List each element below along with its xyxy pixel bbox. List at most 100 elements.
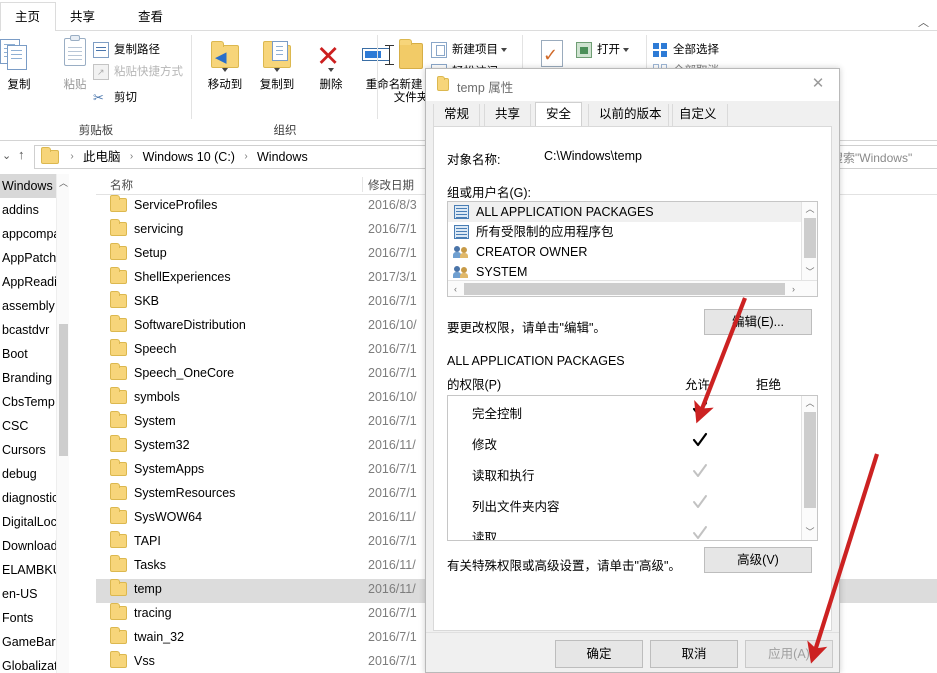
chevron-down-icon[interactable]: ⌄: [2, 149, 11, 162]
tab-security[interactable]: 安全: [535, 102, 582, 126]
scrollbar-thumb[interactable]: [59, 324, 68, 456]
breadcrumb-item-c-drive[interactable]: Windows 10 (C:): [143, 146, 235, 168]
ok-button[interactable]: 确定: [555, 640, 643, 668]
tab-customize[interactable]: 自定义: [668, 104, 728, 126]
permission-row[interactable]: 读取和执行: [448, 458, 800, 489]
allow-checkbox[interactable]: [692, 432, 708, 448]
tab-general[interactable]: 常规: [433, 104, 480, 126]
arrow-up-icon[interactable]: ↑: [18, 147, 25, 162]
chevron-down-icon[interactable]: [623, 48, 629, 52]
chevron-down-icon[interactable]: [328, 68, 334, 72]
file-name: servicing: [134, 222, 183, 236]
allow-checkbox[interactable]: [692, 494, 708, 510]
search-input[interactable]: 搜索"Windows": [826, 145, 937, 169]
chevron-right-icon[interactable]: ›: [786, 281, 801, 297]
chevron-down-icon[interactable]: ﹀: [802, 265, 818, 280]
ribbon-tab-view[interactable]: 查看: [124, 3, 177, 31]
list-item[interactable]: CREATOR OWNER: [448, 242, 801, 262]
select-all-button[interactable]: 全部选择: [651, 39, 719, 61]
file-date: 2016/11/: [368, 558, 416, 572]
ribbon-tab-home-label: 主页: [15, 10, 40, 24]
file-name: SystemApps: [134, 462, 204, 476]
folder-icon: [110, 582, 127, 599]
permission-row[interactable]: 修改: [448, 427, 800, 458]
copy-to-button[interactable]: 复制到: [250, 37, 304, 92]
paste-shortcut-button[interactable]: ↗ 粘贴快捷方式: [92, 61, 183, 83]
groups-horizontal-scrollbar[interactable]: ‹ ›: [448, 280, 817, 296]
list-item[interactable]: ALL APPLICATION PACKAGES: [448, 202, 801, 222]
apply-button[interactable]: 应用(A): [745, 640, 833, 668]
breadcrumb-item-this-pc[interactable]: 此电脑: [83, 146, 121, 168]
nav-item-label: addins: [2, 203, 39, 217]
tab-previous-versions[interactable]: 以前的版本: [588, 104, 673, 126]
edit-hint: 要更改权限，请单击"编辑"。: [447, 317, 606, 336]
file-name: Setup: [134, 246, 167, 260]
advanced-button[interactable]: 高级(V): [704, 547, 812, 573]
groups-listbox[interactable]: ALL APPLICATION PACKAGES 所有受限制的应用程序包 CRE…: [447, 201, 818, 297]
copy-path-button[interactable]: 复制路径: [92, 39, 160, 61]
chevron-down-icon[interactable]: [501, 48, 507, 52]
chevron-down-icon[interactable]: ﹀: [802, 525, 818, 540]
column-header-date[interactable]: 修改日期: [368, 177, 414, 193]
navigation-pane-scrollbar[interactable]: ︿: [56, 174, 69, 673]
folder-icon: [110, 534, 127, 551]
edit-button[interactable]: 编辑(E)...: [704, 309, 812, 335]
chevron-up-icon[interactable]: ︿: [918, 14, 929, 30]
column-divider[interactable]: [362, 177, 363, 192]
scrollbar-thumb[interactable]: [804, 412, 816, 508]
ribbon-tab-share[interactable]: 共享: [56, 3, 109, 31]
tab-sharing[interactable]: 共享: [484, 104, 531, 126]
paste-shortcut-label: 粘贴快捷方式: [114, 66, 183, 78]
cut-button[interactable]: ✂ 剪切: [92, 87, 137, 109]
paste-button-label: 粘贴: [64, 79, 87, 91]
permissions-vertical-scrollbar[interactable]: ︿ ﹀: [801, 396, 817, 540]
permission-row[interactable]: 完全控制: [448, 396, 800, 427]
advanced-hint: 有关特殊权限或高级设置，请单击"高级"。: [447, 555, 681, 574]
nav-item-label: debug: [2, 467, 37, 481]
permission-row[interactable]: 列出文件夹内容: [448, 489, 800, 520]
delete-button[interactable]: ✕ 删除: [304, 37, 358, 92]
chevron-up-icon[interactable]: ︿: [802, 396, 818, 411]
chevron-left-icon[interactable]: ‹: [448, 281, 463, 297]
folder-icon: [110, 462, 127, 479]
file-date: 2016/7/1: [368, 630, 417, 644]
dialog-title-bar[interactable]: temp 属性 ✕: [426, 69, 839, 101]
chevron-up-icon[interactable]: ︿: [802, 202, 818, 217]
chevron-down-icon[interactable]: [222, 68, 228, 72]
open-button[interactable]: 打开: [575, 39, 629, 61]
folder-icon: [110, 198, 127, 215]
copy-button[interactable]: 复制: [0, 37, 46, 92]
scissors-icon: ✂: [93, 90, 109, 106]
breadcrumb-separator: ›: [124, 146, 139, 168]
breadcrumb-item-windows[interactable]: Windows: [257, 146, 308, 168]
delete-label: 删除: [320, 79, 343, 91]
file-name: System: [134, 414, 176, 428]
close-icon[interactable]: ✕: [797, 69, 839, 99]
allow-checkbox[interactable]: [692, 463, 708, 479]
permissions-listbox[interactable]: 完全控制 修改 读取和执行 列出文件夹内容: [447, 395, 818, 541]
nav-item-label: Windows: [2, 179, 53, 193]
object-name-value: C:\Windows\temp: [544, 149, 642, 163]
scrollbar-thumb[interactable]: [804, 218, 816, 258]
cancel-button-label: 取消: [681, 648, 706, 661]
list-item[interactable]: 所有受限制的应用程序包: [448, 222, 801, 242]
chevron-up-icon[interactable]: ︿: [59, 176, 68, 189]
groups-vertical-scrollbar[interactable]: ︿ ﹀: [801, 202, 817, 280]
new-item-button[interactable]: 新建项目: [430, 39, 507, 61]
file-name: twain_32: [134, 630, 184, 644]
folder-icon: [110, 510, 127, 527]
list-item[interactable]: SYSTEM: [448, 262, 801, 280]
explorer-window: 主页 共享 查看 ︿ 复制 粘贴: [0, 0, 937, 673]
copy-path-label: 复制路径: [114, 44, 160, 56]
move-to-button[interactable]: ◀ 移动到: [198, 37, 252, 92]
chevron-down-icon[interactable]: [274, 68, 280, 72]
column-header-name[interactable]: 名称: [110, 177, 133, 193]
permission-row[interactable]: 读取: [448, 520, 800, 540]
ribbon-tab-home[interactable]: 主页: [0, 2, 56, 32]
edit-button-label: 编辑(E)...: [732, 316, 784, 329]
file-date: 2016/7/1: [368, 294, 417, 308]
allow-checkbox[interactable]: [692, 525, 708, 540]
cancel-button[interactable]: 取消: [650, 640, 738, 668]
scrollbar-thumb[interactable]: [464, 283, 785, 295]
allow-checkbox[interactable]: [692, 401, 708, 417]
